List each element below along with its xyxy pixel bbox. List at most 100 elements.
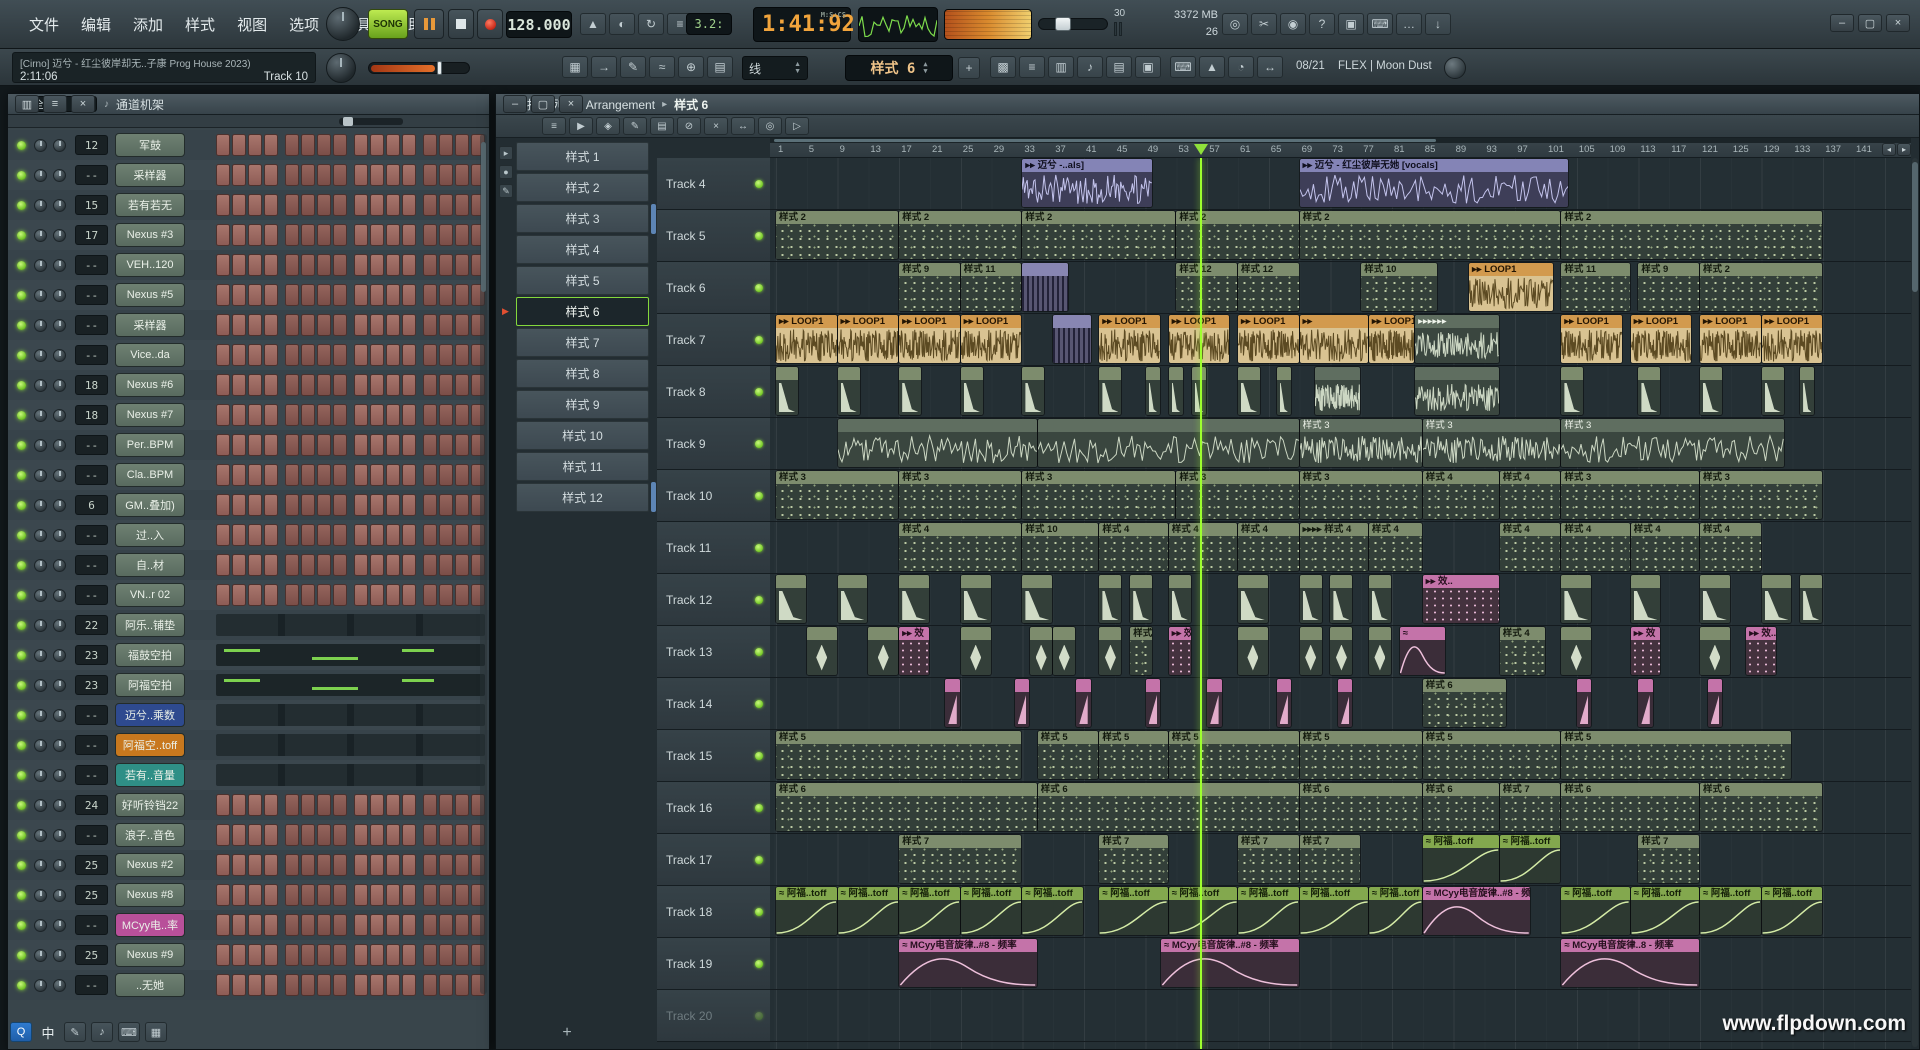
track-led[interactable] (755, 804, 763, 812)
step-cell[interactable] (285, 584, 299, 606)
channel-led[interactable] (17, 861, 26, 870)
clip[interactable]: 样式 2 (899, 211, 1021, 259)
pan-knob[interactable] (34, 559, 47, 572)
step-cell[interactable] (423, 254, 437, 276)
step-cell[interactable] (370, 854, 384, 876)
clip[interactable] (1400, 627, 1445, 675)
step-cell[interactable] (301, 434, 315, 456)
track-lane[interactable]: 效.. (770, 574, 1911, 626)
step-cell[interactable] (216, 554, 230, 576)
step-cell[interactable] (232, 524, 246, 546)
track-lane[interactable]: 样式 3样式 3样式 3样式 3样式 3样式 4样式 4样式 3样式 3 (770, 470, 1911, 522)
slide-icon[interactable]: ≈ (649, 56, 675, 78)
step-cell[interactable] (285, 374, 299, 396)
step-cell[interactable] (301, 554, 315, 576)
step-cell[interactable] (423, 314, 437, 336)
rack-graph-icon[interactable]: ▥ (15, 95, 39, 113)
pointer-tool-icon[interactable]: ▶ (569, 117, 593, 135)
song-mode-switch[interactable]: SONG (368, 9, 408, 39)
step-cell[interactable] (301, 794, 315, 816)
clip[interactable]: 样式 7 (899, 835, 1021, 883)
step-cell[interactable] (439, 314, 453, 336)
step-cell[interactable] (423, 374, 437, 396)
clip[interactable] (776, 367, 798, 415)
pan-knob[interactable] (34, 139, 47, 152)
metronome-2-icon[interactable]: ▲ (1199, 56, 1225, 78)
step-cell[interactable] (370, 374, 384, 396)
clip[interactable] (1076, 679, 1090, 727)
step-cell[interactable] (455, 854, 469, 876)
step-cell[interactable] (402, 374, 416, 396)
channel-led[interactable] (17, 501, 26, 510)
step-cell[interactable] (216, 944, 230, 966)
step-cell[interactable] (333, 584, 347, 606)
step-cell[interactable] (386, 434, 400, 456)
channel-led[interactable] (17, 321, 26, 330)
clip[interactable]: 样式 12 (1176, 263, 1237, 311)
clip[interactable] (961, 367, 983, 415)
clip[interactable]: LOOP1 (776, 315, 837, 363)
channel-button[interactable]: 采样器 (115, 163, 185, 187)
clip[interactable]: LOOP1 (899, 315, 960, 363)
playlist-menu-icon[interactable]: ≡ (542, 117, 566, 135)
step-cell[interactable] (455, 134, 469, 156)
pattern-item[interactable]: 样式 11 (516, 452, 649, 481)
step-cell[interactable] (264, 224, 278, 246)
pattern-item[interactable]: 样式 1 (516, 142, 649, 171)
volume-knob[interactable] (53, 619, 66, 632)
volume-knob[interactable] (53, 289, 66, 302)
clip[interactable] (868, 627, 898, 675)
step-cell[interactable] (216, 464, 230, 486)
step-cell[interactable] (423, 794, 437, 816)
step-cell[interactable] (423, 944, 437, 966)
volume-knob[interactable] (53, 979, 66, 992)
clip[interactable]: 样式 2 (1300, 211, 1561, 259)
track-lane[interactable]: 样式 9样式 11样式 12样式 12样式 10LOOP1样式 11样式 9样式… (770, 262, 1911, 314)
clip[interactable] (1277, 367, 1291, 415)
wait-input-icon[interactable]: ◐ (609, 13, 635, 35)
channel-button[interactable]: Nexus #3 (115, 223, 185, 247)
pattern-item[interactable]: 样式 2 (516, 173, 649, 202)
step-cell[interactable] (248, 914, 262, 936)
cut-icon[interactable]: ✂ (1251, 13, 1277, 35)
step-cell[interactable] (423, 224, 437, 246)
step-cell[interactable] (232, 584, 246, 606)
step-cell[interactable] (354, 344, 368, 366)
step-cell[interactable] (285, 434, 299, 456)
volume-knob[interactable] (53, 199, 66, 212)
channel-led[interactable] (17, 471, 26, 480)
pan-knob[interactable] (34, 589, 47, 602)
clip[interactable]: 样式 4 (1500, 627, 1545, 675)
step-cell[interactable] (232, 224, 246, 246)
channel-button[interactable]: 自..材 (115, 553, 185, 577)
clip[interactable] (1238, 367, 1260, 415)
scroll-left-icon[interactable]: ◂ (1882, 143, 1896, 156)
empty-steps[interactable] (216, 704, 485, 726)
clip[interactable] (1700, 627, 1730, 675)
volume-knob[interactable] (53, 709, 66, 722)
step-cell[interactable] (216, 824, 230, 846)
pattern-item[interactable]: ▶样式 6 (516, 297, 649, 326)
channel-led[interactable] (17, 561, 26, 570)
step-cell[interactable] (216, 884, 230, 906)
timeline-ruler[interactable]: ◂▸ 1591317212529333741454953576165697377… (770, 138, 1911, 158)
picker-add-button[interactable]: + (556, 1022, 578, 1044)
clip[interactable]: 样式 5 (1300, 731, 1422, 779)
pl-edit-icon[interactable]: ✎ (499, 184, 513, 198)
step-cell[interactable] (301, 224, 315, 246)
track-led[interactable] (755, 700, 763, 708)
step-cell[interactable] (354, 554, 368, 576)
clip[interactable]: 样式 6 (1423, 679, 1507, 727)
step-cell[interactable] (402, 344, 416, 366)
step-cell[interactable] (216, 374, 230, 396)
step-cell[interactable] (386, 344, 400, 366)
step-cell[interactable] (285, 464, 299, 486)
tempo-display[interactable]: 128.000 (506, 11, 572, 38)
step-cell[interactable] (386, 224, 400, 246)
step-cell[interactable] (439, 254, 453, 276)
autoscroll-icon[interactable]: ↔ (1257, 56, 1283, 78)
clip[interactable] (1577, 679, 1591, 727)
step-cell[interactable] (232, 314, 246, 336)
step-cell[interactable] (439, 224, 453, 246)
clip[interactable]: 样式 10 (1022, 523, 1098, 571)
